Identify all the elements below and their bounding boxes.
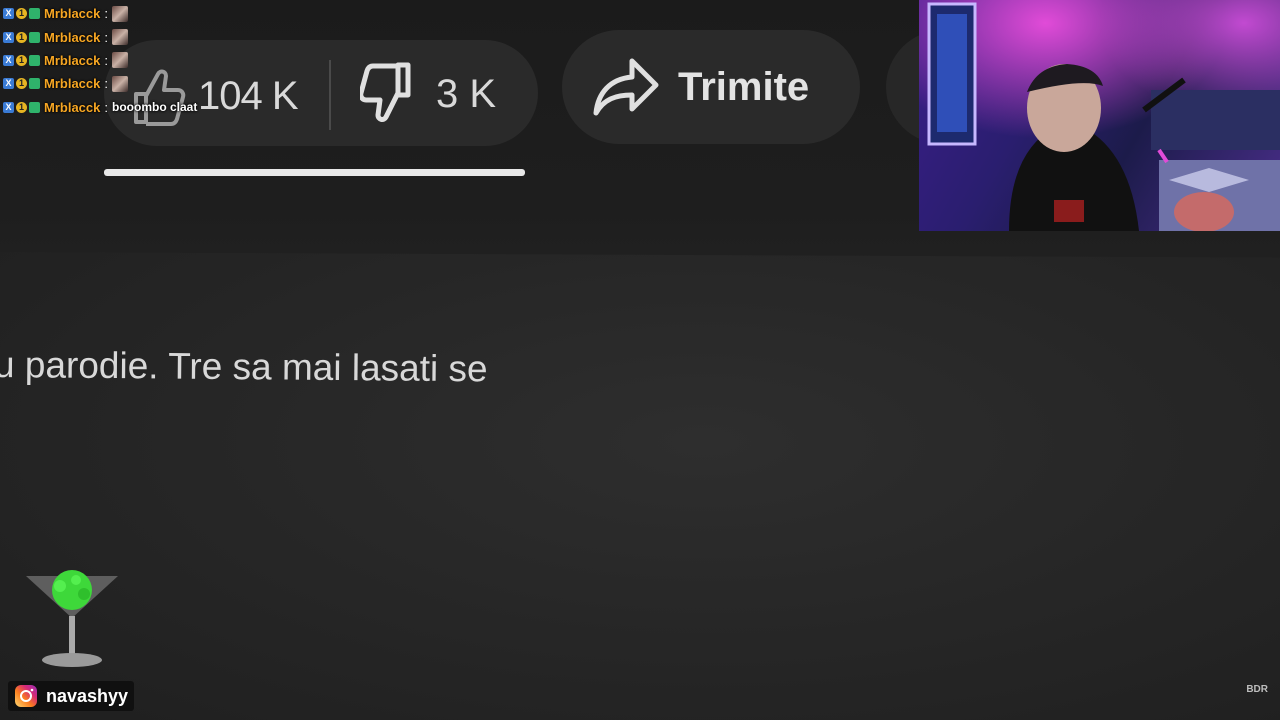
video-description: u parodie. Tre sa mai lasati se xyxy=(0,344,488,390)
coin-badge-icon: 1 xyxy=(16,31,27,43)
chat-message: X 1 Mrblacck: xyxy=(3,25,223,48)
x-badge-icon: X xyxy=(3,31,14,43)
x-badge-icon: X xyxy=(3,78,14,90)
chat-separator: : xyxy=(104,76,108,92)
webcam-image xyxy=(919,0,1280,231)
chat-username[interactable]: Mrblacck xyxy=(44,30,100,45)
webcam-feed xyxy=(919,0,1280,231)
gift-badge-icon xyxy=(29,31,40,43)
chat-message: X 1 Mrblacck: xyxy=(3,2,223,25)
watermark: BDR xyxy=(1246,684,1268,695)
share-label: Trimite xyxy=(678,64,810,109)
chat-separator: : xyxy=(104,29,108,45)
chat-separator: : xyxy=(104,99,108,115)
chat-message: X 1 Mrblacck: xyxy=(3,49,223,72)
chat-username[interactable]: Mrblacck xyxy=(44,76,100,91)
coin-badge-icon: 1 xyxy=(16,54,27,66)
x-badge-icon: X xyxy=(3,54,14,66)
chat-separator: : xyxy=(104,6,108,22)
instagram-tag: navashyy xyxy=(8,681,135,711)
chat-username[interactable]: Mrblacck xyxy=(44,6,100,21)
stream-chat: X 1 Mrblacck: X 1 Mrblacck: X 1 Mrblacck: X 1 Mrbla… xyxy=(3,2,223,119)
chat-emote-icon xyxy=(112,5,128,22)
chat-emote-icon xyxy=(112,75,128,92)
gift-badge-icon xyxy=(29,78,40,90)
pill-divider xyxy=(329,60,331,130)
x-badge-icon: X xyxy=(3,8,14,20)
description-area xyxy=(0,252,1280,720)
coin-badge-icon: 1 xyxy=(16,8,27,20)
chat-message: X 1 Mrblacck: xyxy=(3,72,223,95)
chat-message-text: booombo claat xyxy=(112,100,198,115)
gift-badge-icon xyxy=(29,101,40,113)
x-badge-icon: X xyxy=(3,101,14,113)
thumb-down-icon xyxy=(360,62,411,122)
coin-badge-icon: 1 xyxy=(16,78,27,90)
share-arrow-icon xyxy=(593,58,659,116)
dislike-count: 3 K xyxy=(436,71,497,116)
instagram-handle: navashyy xyxy=(46,685,129,706)
dislike-button[interactable]: 3 K xyxy=(360,58,496,130)
chat-message: X 1 Mrblacck: booombo claat xyxy=(3,96,223,119)
chat-emote-icon xyxy=(112,52,128,69)
share-button[interactable]: Trimite xyxy=(562,30,860,144)
coin-badge-icon: 1 xyxy=(16,101,27,113)
chat-username[interactable]: Mrblacck xyxy=(44,100,100,115)
chat-username[interactable]: Mrblacck xyxy=(44,53,100,68)
stream-frame: 104 K 3 K Trimite u parodie. Tre sa mai … xyxy=(0,0,1280,720)
cocktail-glass-icon xyxy=(26,570,118,667)
gift-badge-icon xyxy=(29,8,40,20)
chat-separator: : xyxy=(104,52,108,68)
chat-emote-icon xyxy=(112,29,128,46)
gift-badge-icon xyxy=(29,54,40,66)
like-ratio-bar xyxy=(104,169,525,176)
instagram-icon xyxy=(15,685,37,707)
